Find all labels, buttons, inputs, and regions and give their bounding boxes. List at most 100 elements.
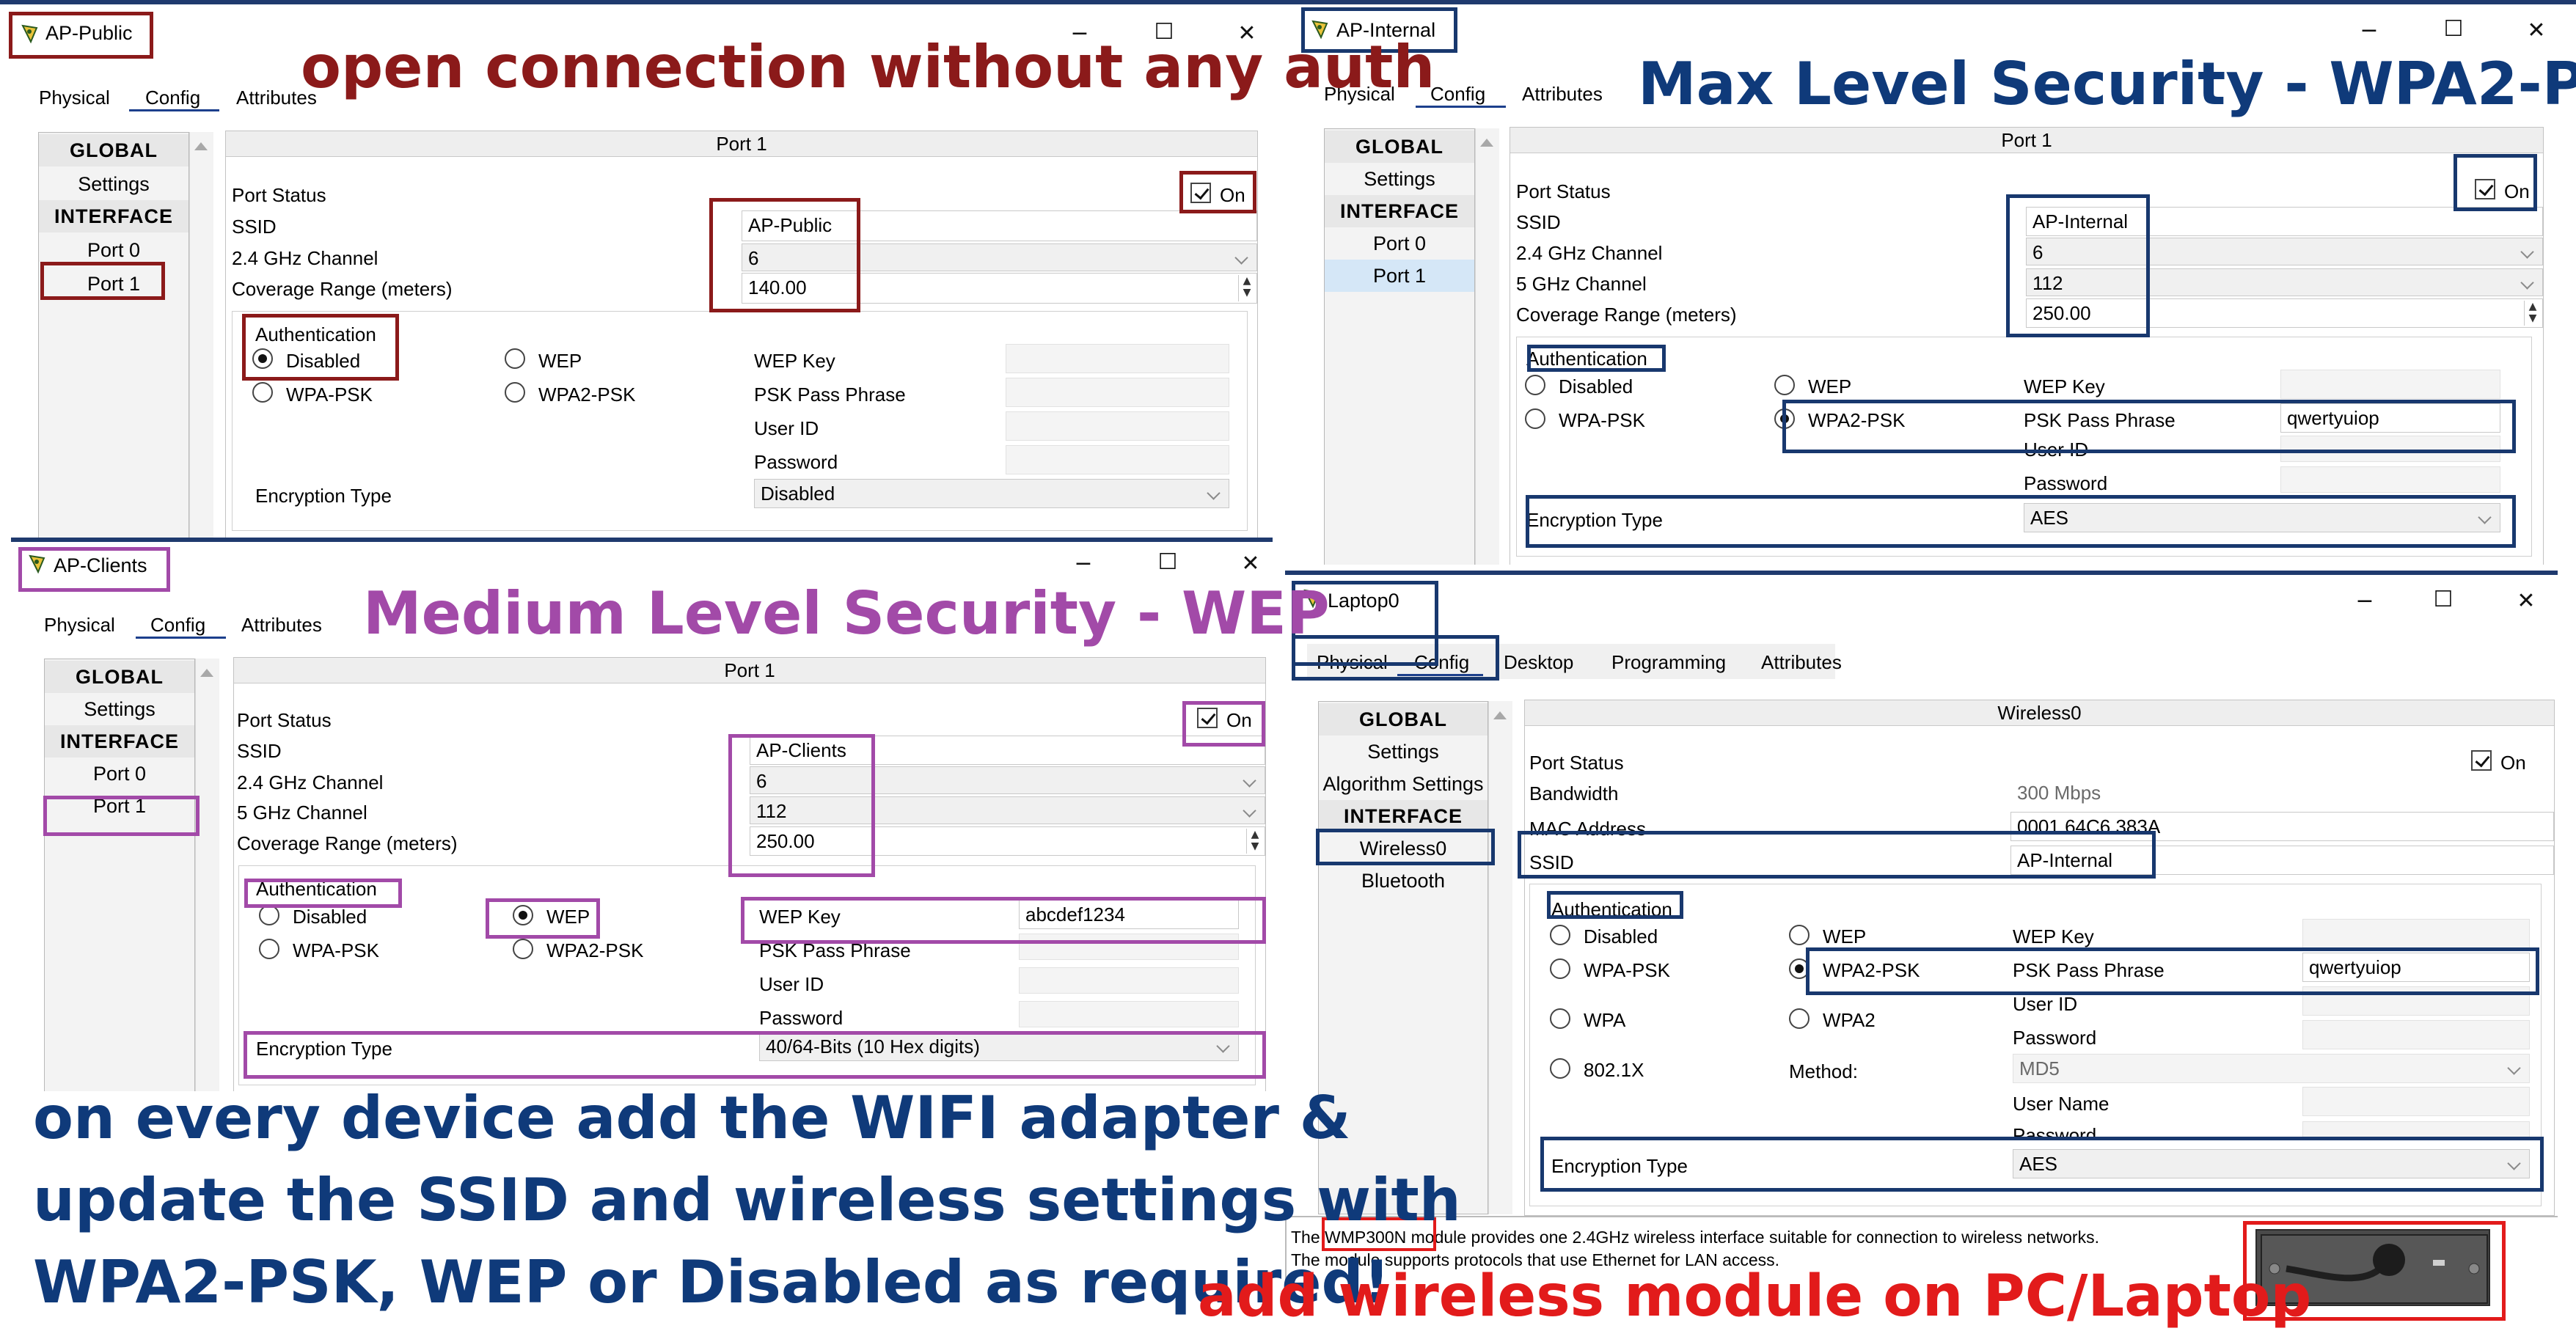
password-label: Password [754,451,838,473]
spinner-arrows-icon[interactable]: ▲ ▼ [1246,829,1263,854]
auth-wpa2-radio[interactable] [1789,1008,1810,1029]
psk-input[interactable] [1006,378,1229,407]
spinner-arrows-icon[interactable]: ▲ ▼ [1238,275,1255,301]
maximize-button[interactable]: ☐ [2429,587,2458,612]
tab-desktop[interactable]: Desktop [1504,651,1573,674]
sidebar-scrollbar[interactable] [1488,701,1512,1214]
auth-wpa-psk-radio[interactable] [1550,958,1570,979]
password-input[interactable] [1006,445,1229,474]
auth-wep-radio[interactable] [505,348,525,369]
wep-key-input[interactable] [2280,370,2500,399]
tab-config[interactable]: Config [1430,83,1485,106]
sidebar-scrollbar[interactable] [1475,128,1499,565]
port-status-checkbox[interactable] [2471,750,2492,771]
auth-wpa-psk-radio[interactable] [259,939,279,959]
auth-wpa-psk-label: WPA-PSK [1559,409,1645,431]
tab-attributes[interactable]: Attributes [1761,651,1842,674]
highlight-wep-radio [486,898,600,939]
minimize-button[interactable]: − [2354,18,2384,43]
sidebar: GLOBAL Settings INTERFACE Port 0 Port 1 [38,132,189,539]
bandwidth-label: Bandwidth [1529,782,1619,804]
tab-attributes[interactable]: Attributes [241,614,322,637]
sidebar-item-settings[interactable]: Settings [39,168,189,200]
sidebar: GLOBAL Settings INTERFACE Port 0 Port 1 [1324,128,1475,565]
highlight-on [1182,701,1265,747]
user-id-input[interactable] [1019,967,1239,994]
auth-disabled-radio[interactable] [1525,375,1545,395]
auth-wpa-psk-radio[interactable] [1525,408,1545,429]
auth-disabled-radio[interactable] [1550,925,1570,945]
sidebar-item-interface[interactable]: INTERFACE [1319,800,1488,832]
encryption-value: Disabled [761,483,835,505]
chevron-down-icon [1207,486,1221,500]
tab-config[interactable]: Config [150,614,205,637]
auth-wpa2-psk-radio[interactable] [505,382,525,403]
sidebar-item-global[interactable]: GLOBAL [1325,131,1474,163]
sidebar-item-port0[interactable]: Port 0 [45,758,194,790]
sidebar-scrollbar[interactable] [195,659,219,1091]
sidebar-item-interface[interactable]: INTERFACE [1325,195,1474,227]
sidebar-item-interface[interactable]: INTERFACE [39,200,189,232]
auth-wpa2-label: WPA2 [1823,1009,1876,1031]
sidebar-item-settings[interactable]: Settings [45,693,194,725]
auth-wpa-radio[interactable] [1550,1008,1570,1029]
password-input[interactable] [2302,1020,2530,1049]
password-input[interactable] [1019,1001,1239,1027]
port-header: Port 1 [234,658,1265,683]
tab-config-underline [1416,106,1506,108]
user-id-input[interactable] [1006,411,1229,441]
auth-wpa-psk-radio[interactable] [252,382,273,403]
auth-8021x-radio[interactable] [1550,1058,1570,1079]
coverage-label: Coverage Range (meters) [237,832,458,854]
maximize-button[interactable]: ☐ [1153,549,1182,575]
channel24-label: 2.4 GHz Channel [232,247,378,269]
method-select[interactable]: MD5 [2013,1054,2530,1083]
sidebar-item-global[interactable]: GLOBAL [1319,703,1488,736]
sidebar-item-algorithm-settings[interactable]: Algorithm Settings [1319,768,1488,800]
sidebar-item-settings[interactable]: Settings [1319,736,1488,768]
spinner-arrows-icon[interactable]: ▲ ▼ [2524,301,2541,326]
chevron-down-icon [2507,1061,2521,1075]
password-label: Password [2013,1027,2097,1049]
auth-wep-radio[interactable] [1774,375,1795,395]
close-button[interactable]: ✕ [2511,588,2541,614]
tab-programming[interactable]: Programming [1611,651,1726,674]
password-input[interactable] [2280,466,2500,493]
sidebar-item-bluetooth[interactable]: Bluetooth [1319,865,1488,897]
tab-attributes[interactable]: Attributes [1522,83,1603,106]
interface-header: Wireless0 [1525,700,2554,726]
tab-config[interactable]: Config [145,87,200,109]
sidebar-item-settings[interactable]: Settings [1325,163,1474,195]
highlight-ssid-fields [728,734,875,877]
close-button[interactable]: ✕ [2522,18,2551,43]
auth-wpa2-psk-radio[interactable] [513,939,533,959]
scroll-up-icon[interactable] [194,142,208,150]
sidebar-item-global[interactable]: GLOBAL [45,661,194,693]
wep-key-input[interactable] [1006,344,1229,373]
scroll-up-icon[interactable] [200,669,213,677]
auth-wep-radio[interactable] [1789,925,1810,945]
channel24-label: 2.4 GHz Channel [237,771,384,793]
sidebar-item-port0[interactable]: Port 0 [1325,227,1474,260]
sidebar-item-global[interactable]: GLOBAL [39,134,189,166]
tab-physical[interactable]: Physical [39,87,110,109]
sidebar-scrollbar[interactable] [189,132,213,539]
close-button[interactable]: ✕ [1236,551,1265,576]
encryption-select[interactable]: Disabled [754,479,1229,508]
tab-physical[interactable]: Physical [44,614,115,637]
highlight-on [1179,171,1256,213]
sidebar: GLOBAL Settings INTERFACE Port 0 Port 1 [44,659,195,1091]
minimize-button[interactable]: − [2350,588,2379,614]
maximize-button[interactable]: ☐ [2439,16,2468,42]
auth-disabled-radio[interactable] [259,905,279,925]
user-id-label: User ID [2013,993,2078,1015]
wep-key-input[interactable] [2302,919,2530,948]
sidebar-item-interface[interactable]: INTERFACE [45,725,194,758]
scroll-up-icon[interactable] [1480,139,1493,147]
user-name-input[interactable] [2302,1087,2530,1116]
channel24-label: 2.4 GHz Channel [1516,242,1663,264]
scroll-up-icon[interactable] [1493,711,1507,719]
minimize-button[interactable]: − [1069,551,1098,576]
sidebar-item-port1[interactable]: Port 1 [1325,260,1474,292]
port-status-label: Port Status [1529,752,1624,774]
